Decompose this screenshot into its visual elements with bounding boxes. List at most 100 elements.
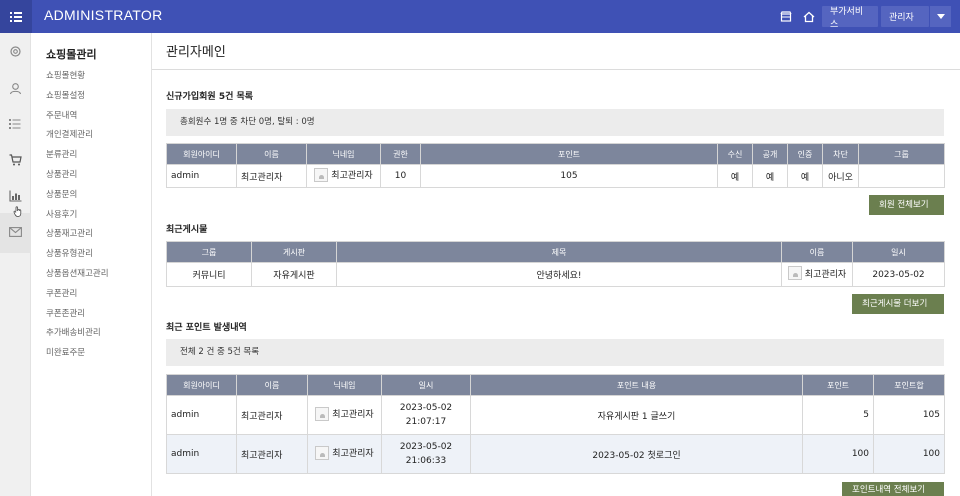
mail-envelope-icon[interactable] — [8, 225, 22, 239]
menu-toggle-button[interactable] — [0, 0, 32, 33]
point-datetime: 2023-05-02 21:07:17 — [381, 395, 471, 435]
point-member-name: 최고관리자 — [236, 434, 308, 474]
side-menu-item[interactable]: 분류관리 — [46, 148, 109, 168]
point-date: 2023-05-02 — [399, 442, 453, 452]
board-list-icon[interactable] — [8, 117, 22, 131]
side-menu-item[interactable]: 쇼핑몰현황 — [46, 69, 109, 89]
table-row: admin 최고관리자 최고관리자 10 105 예 예 예 아니오 — [166, 164, 945, 188]
column-header: 포인트 내용 — [470, 374, 803, 396]
post-author-cell[interactable]: 최고관리자 — [781, 262, 853, 287]
home-icon[interactable] — [802, 10, 816, 24]
member-name: 최고관리자 — [236, 164, 307, 188]
service-button[interactable]: 부가서비스 — [822, 6, 878, 30]
side-menu-item[interactable]: 쿠폰존관리 — [46, 307, 109, 327]
points-section-title: 최근 포인트 발생내역 — [166, 323, 247, 333]
column-header: 회원아이디 — [166, 374, 237, 396]
icon-rail — [0, 33, 31, 496]
member-nick-cell[interactable]: 최고관리자 — [306, 164, 381, 188]
member-cert: 예 — [787, 164, 823, 188]
point-nick: 최고관리자 — [332, 449, 374, 459]
side-menu-item[interactable]: 상품관리 — [46, 168, 109, 188]
settings-gear-icon[interactable] — [8, 44, 22, 58]
member-open: 예 — [752, 164, 788, 188]
avatar — [314, 167, 329, 182]
posts-more-button[interactable]: 최근게시물 더보기 — [852, 294, 944, 314]
shopping-cart-icon[interactable] — [8, 153, 22, 167]
point-nick-cell[interactable]: 최고관리자 — [307, 395, 382, 435]
point-value: 5 — [802, 395, 874, 435]
point-member-id-link[interactable]: admin — [166, 434, 237, 474]
side-menu-item[interactable]: 쇼핑몰설정 — [46, 89, 109, 109]
column-header: 이름 — [236, 374, 308, 396]
column-header: 차단 — [822, 143, 859, 165]
member-point: 105 — [420, 164, 718, 188]
main-content: 관리자메인 신규가입회원 5건 목록 총회원수 1명 중 차단 0명, 탈퇴 :… — [152, 33, 960, 496]
point-date: 2023-05-02 — [399, 403, 453, 413]
avatar — [315, 406, 330, 421]
posts-section-title: 최근게시물 — [166, 225, 208, 235]
column-header: 일시 — [381, 374, 471, 396]
pointer-hand-icon — [12, 205, 23, 217]
statistics-chart-icon[interactable] — [8, 189, 22, 203]
point-time: 21:06:33 — [405, 456, 447, 466]
side-menu-item[interactable]: 상품재고관리 — [46, 227, 109, 247]
point-value: 100 — [802, 434, 874, 474]
post-author: 최고관리자 — [804, 269, 847, 280]
page-title: 관리자메인 — [166, 45, 226, 60]
side-menu-item[interactable]: 상품유형관리 — [46, 247, 109, 267]
user-dropdown-button[interactable] — [930, 6, 951, 27]
post-date: 2023-05-02 — [852, 262, 945, 287]
members-table: 회원아이디 이름 닉네임 권한 포인트 수신 공개 인증 차단 그룹 admin… — [166, 143, 945, 188]
members-all-button[interactable]: 회원 전체보기 — [869, 195, 944, 215]
member-user-icon[interactable] — [8, 81, 22, 95]
point-datetime: 2023-05-02 21:06:33 — [381, 434, 471, 474]
members-summary: 총회원수 1명 중 차단 0명, 탈퇴 : 0명 — [166, 109, 944, 136]
side-menu-item[interactable]: 쿠폰관리 — [46, 287, 109, 307]
column-header: 포인트 — [420, 143, 718, 165]
member-id-link[interactable]: admin — [166, 164, 237, 188]
member-level: 10 — [380, 164, 421, 188]
side-menu-item[interactable]: 상품옵션재고관리 — [46, 267, 109, 287]
point-nick-cell[interactable]: 최고관리자 — [307, 434, 382, 474]
table-row: 커뮤니티 자유게시판 안녕하세요! 최고관리자 2023-05-02 — [166, 262, 945, 287]
posts-table-header: 그룹 게시판 제목 이름 일시 — [166, 241, 945, 263]
post-subject-link[interactable]: 안녕하세요! — [336, 262, 782, 287]
column-header: 그룹 — [166, 241, 252, 263]
side-menu-item[interactable]: 사용후기 — [46, 208, 109, 228]
avatar — [787, 266, 802, 280]
column-header: 회원아이디 — [166, 143, 237, 165]
side-menu-item[interactable]: 주문내역 — [46, 109, 109, 129]
column-header: 공개 — [752, 143, 788, 165]
shop-icon[interactable] — [779, 10, 793, 24]
side-menu-item[interactable]: 상품문의 — [46, 188, 109, 208]
member-group — [858, 164, 945, 188]
points-table-header: 회원아이디 이름 닉네임 일시 포인트 내용 포인트 포인트합 — [166, 374, 945, 396]
point-nick: 최고관리자 — [332, 410, 374, 420]
member-block: 아니오 — [822, 164, 859, 188]
side-menu-item[interactable]: 추가배송비관리 — [46, 326, 109, 346]
column-header: 이름 — [781, 241, 853, 263]
point-member-id-link[interactable]: admin — [166, 395, 237, 435]
hamburger-icon — [10, 11, 22, 22]
column-header: 제목 — [336, 241, 782, 263]
points-table: 회원아이디 이름 닉네임 일시 포인트 내용 포인트 포인트합 admin 최고… — [166, 374, 945, 474]
page-header: 관리자메인 — [152, 33, 960, 70]
point-total: 100 — [873, 434, 945, 474]
post-board-link[interactable]: 자유게시판 — [251, 262, 337, 287]
brand-title: ADMINISTRATOR — [44, 7, 163, 23]
points-all-button[interactable]: 포인트내역 전체보기 — [842, 482, 944, 496]
post-group: 커뮤니티 — [166, 262, 252, 287]
side-menu: 쇼핑몰관리 쇼핑몰현황 쇼핑몰설정 주문내역 개인결제관리 분류관리 상품관리 … — [31, 33, 152, 496]
members-table-header: 회원아이디 이름 닉네임 권한 포인트 수신 공개 인증 차단 그룹 — [166, 143, 945, 165]
side-menu-item[interactable]: 개인결제관리 — [46, 128, 109, 148]
column-header: 포인트합 — [873, 374, 945, 396]
column-header: 일시 — [852, 241, 945, 263]
table-row: admin 최고관리자 최고관리자 2023-05-02 21:06:33 202… — [166, 434, 945, 474]
column-header: 닉네임 — [306, 143, 381, 165]
admin-user-button[interactable]: 관리자 — [881, 6, 929, 27]
point-total: 105 — [873, 395, 945, 435]
avatar — [315, 445, 330, 460]
side-menu-item[interactable]: 미완료주문 — [46, 346, 109, 366]
side-menu-list: 쇼핑몰현황 쇼핑몰설정 주문내역 개인결제관리 분류관리 상품관리 상품문의 사… — [46, 69, 109, 366]
point-member-name: 최고관리자 — [236, 395, 308, 435]
